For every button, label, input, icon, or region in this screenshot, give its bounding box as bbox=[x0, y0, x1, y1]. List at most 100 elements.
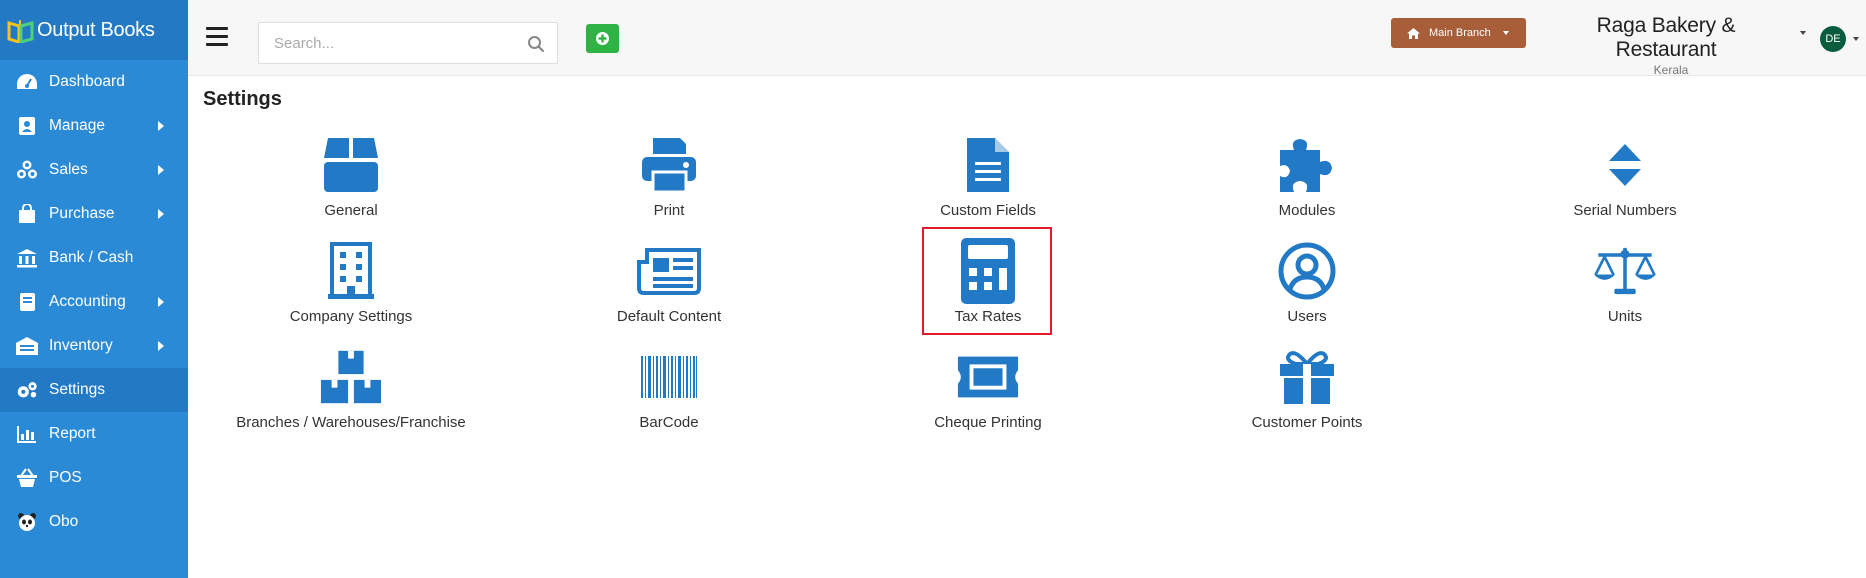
warehouse-icon bbox=[15, 335, 39, 357]
sidebar-item-label: Manage bbox=[49, 117, 106, 134]
settings-tile-cheque-printing[interactable]: Cheque Printing bbox=[828, 344, 1148, 436]
settings-tile-customer-points[interactable]: Customer Points bbox=[1147, 344, 1467, 436]
add-button[interactable] bbox=[586, 24, 619, 53]
settings-tile-serial-numbers[interactable]: Serial Numbers bbox=[1465, 132, 1785, 224]
manage-icon bbox=[15, 115, 39, 137]
sidebar-item-label: Settings bbox=[49, 381, 106, 398]
settings-tile-branches[interactable]: Branches / Warehouses/Franchise bbox=[191, 344, 511, 436]
sidebar-item-label: Purchase bbox=[49, 205, 115, 222]
sidebar-item-label: Obo bbox=[49, 513, 79, 530]
printer-icon bbox=[637, 134, 701, 196]
top-header: Main Branch Raga Bakery & Restaurant Ker… bbox=[188, 0, 1866, 77]
tile-label: Users bbox=[1287, 308, 1327, 325]
dashboard-icon bbox=[15, 71, 39, 93]
cheque-icon bbox=[956, 346, 1020, 408]
settings-tile-units[interactable]: Units bbox=[1465, 238, 1785, 330]
settings-tile-users[interactable]: Users bbox=[1147, 238, 1467, 330]
plus-icon bbox=[596, 32, 609, 45]
tile-label: BarCode bbox=[639, 414, 699, 431]
branch-selector-button[interactable]: Main Branch bbox=[1391, 18, 1526, 48]
caret-right-icon bbox=[158, 209, 164, 219]
sales-icon bbox=[15, 159, 39, 181]
settings-tile-company-settings[interactable]: Company Settings bbox=[191, 238, 511, 330]
sidebar-item-purchase[interactable]: Purchase bbox=[0, 192, 188, 236]
panda-icon bbox=[15, 511, 39, 533]
branch-label: Main Branch bbox=[1429, 27, 1491, 39]
settings-tile-modules[interactable]: Modules bbox=[1147, 132, 1467, 224]
balance-scale-icon bbox=[1593, 240, 1657, 302]
user-circle-icon bbox=[1275, 240, 1339, 302]
gift-icon bbox=[1275, 346, 1339, 408]
company-caret-down-icon[interactable] bbox=[1800, 31, 1806, 35]
tile-label: Tax Rates bbox=[954, 308, 1022, 325]
caret-right-icon bbox=[158, 165, 164, 175]
tile-label: Cheque Printing bbox=[934, 414, 1042, 431]
settings-tile-tax-rates[interactable]: Tax Rates bbox=[828, 238, 1148, 330]
sidebar-item-settings[interactable]: Settings bbox=[0, 368, 188, 412]
tile-label: Print bbox=[653, 202, 685, 219]
app-logo[interactable]: Output Books bbox=[0, 0, 188, 60]
sidebar-item-label: Inventory bbox=[49, 337, 113, 354]
puzzle-icon bbox=[1275, 134, 1339, 196]
sidebar-item-bank-cash[interactable]: Bank / Cash bbox=[0, 236, 188, 280]
shopping-bag-icon bbox=[15, 203, 39, 225]
cubes-icon bbox=[319, 346, 383, 408]
barcode-icon bbox=[637, 346, 701, 408]
sidebar-item-label: Bank / Cash bbox=[49, 249, 134, 266]
sidebar-item-label: POS bbox=[49, 469, 82, 486]
user-avatar[interactable]: DE bbox=[1820, 26, 1846, 52]
tile-label: Customer Points bbox=[1251, 414, 1363, 431]
tile-label: Serial Numbers bbox=[1573, 202, 1677, 219]
settings-tile-general[interactable]: General bbox=[191, 132, 511, 224]
tile-label: General bbox=[324, 202, 378, 219]
sidebar-item-accounting[interactable]: Accounting bbox=[0, 280, 188, 324]
company-selector[interactable]: Raga Bakery & Restaurant Kerala bbox=[1548, 14, 1784, 77]
search-input[interactable] bbox=[259, 23, 499, 63]
tile-label: Units bbox=[1607, 308, 1643, 325]
sidebar-item-dashboard[interactable]: Dashboard bbox=[0, 60, 188, 104]
company-location: Kerala bbox=[1653, 63, 1689, 77]
tile-label: Custom Fields bbox=[940, 202, 1036, 219]
sidebar-item-inventory[interactable]: Inventory bbox=[0, 324, 188, 368]
sidebar-nav: Dashboard Manage Sales Purchase Bank / C… bbox=[0, 60, 188, 544]
search-box bbox=[258, 22, 558, 64]
menu-toggle-icon[interactable] bbox=[206, 27, 228, 47]
bank-icon bbox=[15, 247, 39, 269]
sidebar: Output Books Dashboard Manage Sales Purc… bbox=[0, 0, 188, 578]
file-icon bbox=[956, 134, 1020, 196]
sidebar-item-label: Accounting bbox=[49, 293, 126, 310]
sidebar-item-label: Dashboard bbox=[49, 73, 125, 90]
avatar-caret-down-icon[interactable] bbox=[1853, 37, 1859, 41]
settings-tile-print[interactable]: Print bbox=[509, 132, 829, 224]
caret-down-icon bbox=[1502, 31, 1509, 35]
sidebar-item-sales[interactable]: Sales bbox=[0, 148, 188, 192]
sidebar-item-manage[interactable]: Manage bbox=[0, 104, 188, 148]
sidebar-item-label: Sales bbox=[49, 161, 88, 178]
page-title: Settings bbox=[203, 88, 282, 110]
sidebar-item-obo[interactable]: Obo bbox=[0, 500, 188, 544]
caret-right-icon bbox=[158, 297, 164, 307]
logo-book-icon bbox=[7, 20, 34, 43]
newspaper-icon bbox=[637, 240, 701, 302]
app-name: Output Books bbox=[37, 18, 155, 41]
tile-label: Modules bbox=[1278, 202, 1336, 219]
sidebar-item-label: Report bbox=[49, 425, 96, 442]
search-icon[interactable] bbox=[527, 35, 545, 53]
bar-chart-icon bbox=[15, 423, 39, 445]
tile-label: Company Settings bbox=[289, 308, 413, 325]
company-name: Raga Bakery & Restaurant bbox=[1596, 14, 1736, 61]
tile-label: Default Content bbox=[616, 308, 722, 325]
book-icon bbox=[15, 291, 39, 313]
sidebar-item-pos[interactable]: POS bbox=[0, 456, 188, 500]
gears-icon bbox=[15, 379, 39, 401]
sidebar-item-report[interactable]: Report bbox=[0, 412, 188, 456]
caret-right-icon bbox=[158, 341, 164, 351]
home-icon bbox=[1407, 27, 1420, 39]
settings-tile-custom-fields[interactable]: Custom Fields bbox=[828, 132, 1148, 224]
basket-icon bbox=[15, 467, 39, 489]
settings-tile-default-content[interactable]: Default Content bbox=[509, 238, 829, 330]
settings-tile-barcode[interactable]: BarCode bbox=[509, 344, 829, 436]
box-icon bbox=[319, 134, 383, 196]
caret-right-icon bbox=[158, 121, 164, 131]
tile-label: Branches / Warehouses/Franchise bbox=[236, 414, 466, 431]
